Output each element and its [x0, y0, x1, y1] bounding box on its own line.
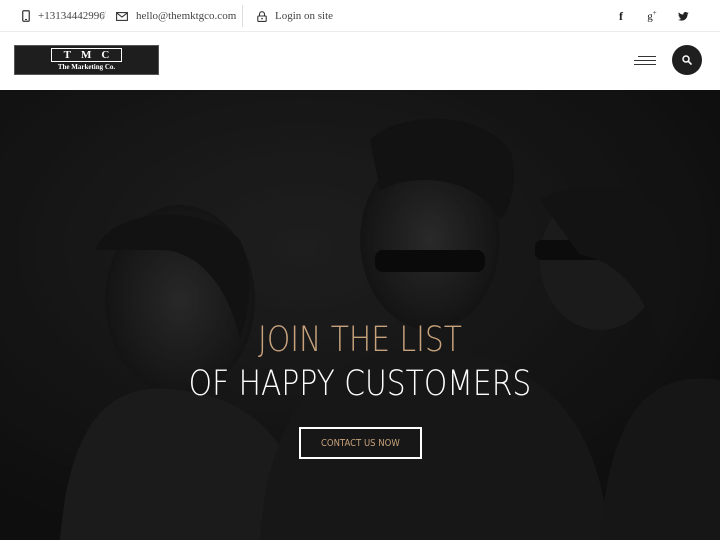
email-address: hello@themktgco.com [136, 10, 237, 22]
login-label: Login on site [275, 10, 334, 22]
twitter-link[interactable] [675, 0, 691, 32]
phone-number: +13134442996 [38, 10, 105, 22]
divider [242, 5, 243, 27]
phone-icon [22, 10, 30, 22]
search-button[interactable] [672, 45, 702, 75]
menu-line [634, 64, 656, 65]
hero-background-image [0, 90, 720, 540]
hamburger-menu-button[interactable] [632, 54, 656, 68]
google-plus-link[interactable]: g+ [644, 0, 660, 32]
phone-link[interactable]: +13134442996 [22, 0, 105, 32]
google-plus-icon: g+ [647, 9, 657, 23]
facebook-icon: f [619, 8, 623, 23]
envelope-icon [116, 11, 128, 21]
lock-icon [257, 10, 267, 22]
email-link[interactable]: hello@themktgco.com [116, 0, 236, 32]
menu-line [634, 60, 656, 61]
contact-us-label: CONTACT US NOW [321, 437, 400, 449]
site-header: TMC The Marketing Co. [0, 32, 720, 90]
top-bar: +13134442996 hello@themktgco.com Login o… [0, 0, 720, 32]
hero-title-line-1: JOIN THE LIST [258, 320, 462, 360]
login-link[interactable]: Login on site [257, 0, 333, 32]
hero-title-line-2: OF HAPPY CUSTOMERS [188, 364, 532, 404]
twitter-icon [677, 11, 689, 21]
search-icon [682, 55, 692, 65]
contact-us-button[interactable]: CONTACT US NOW [299, 427, 422, 459]
site-logo[interactable]: TMC The Marketing Co. [14, 45, 159, 75]
logo-subtitle: The Marketing Co. [57, 63, 116, 71]
hero-banner: JOIN THE LIST OF HAPPY CUSTOMERS CONTACT… [0, 90, 720, 540]
menu-line [638, 56, 656, 57]
logo-mark: TMC [50, 48, 123, 62]
facebook-link[interactable]: f [613, 0, 629, 32]
